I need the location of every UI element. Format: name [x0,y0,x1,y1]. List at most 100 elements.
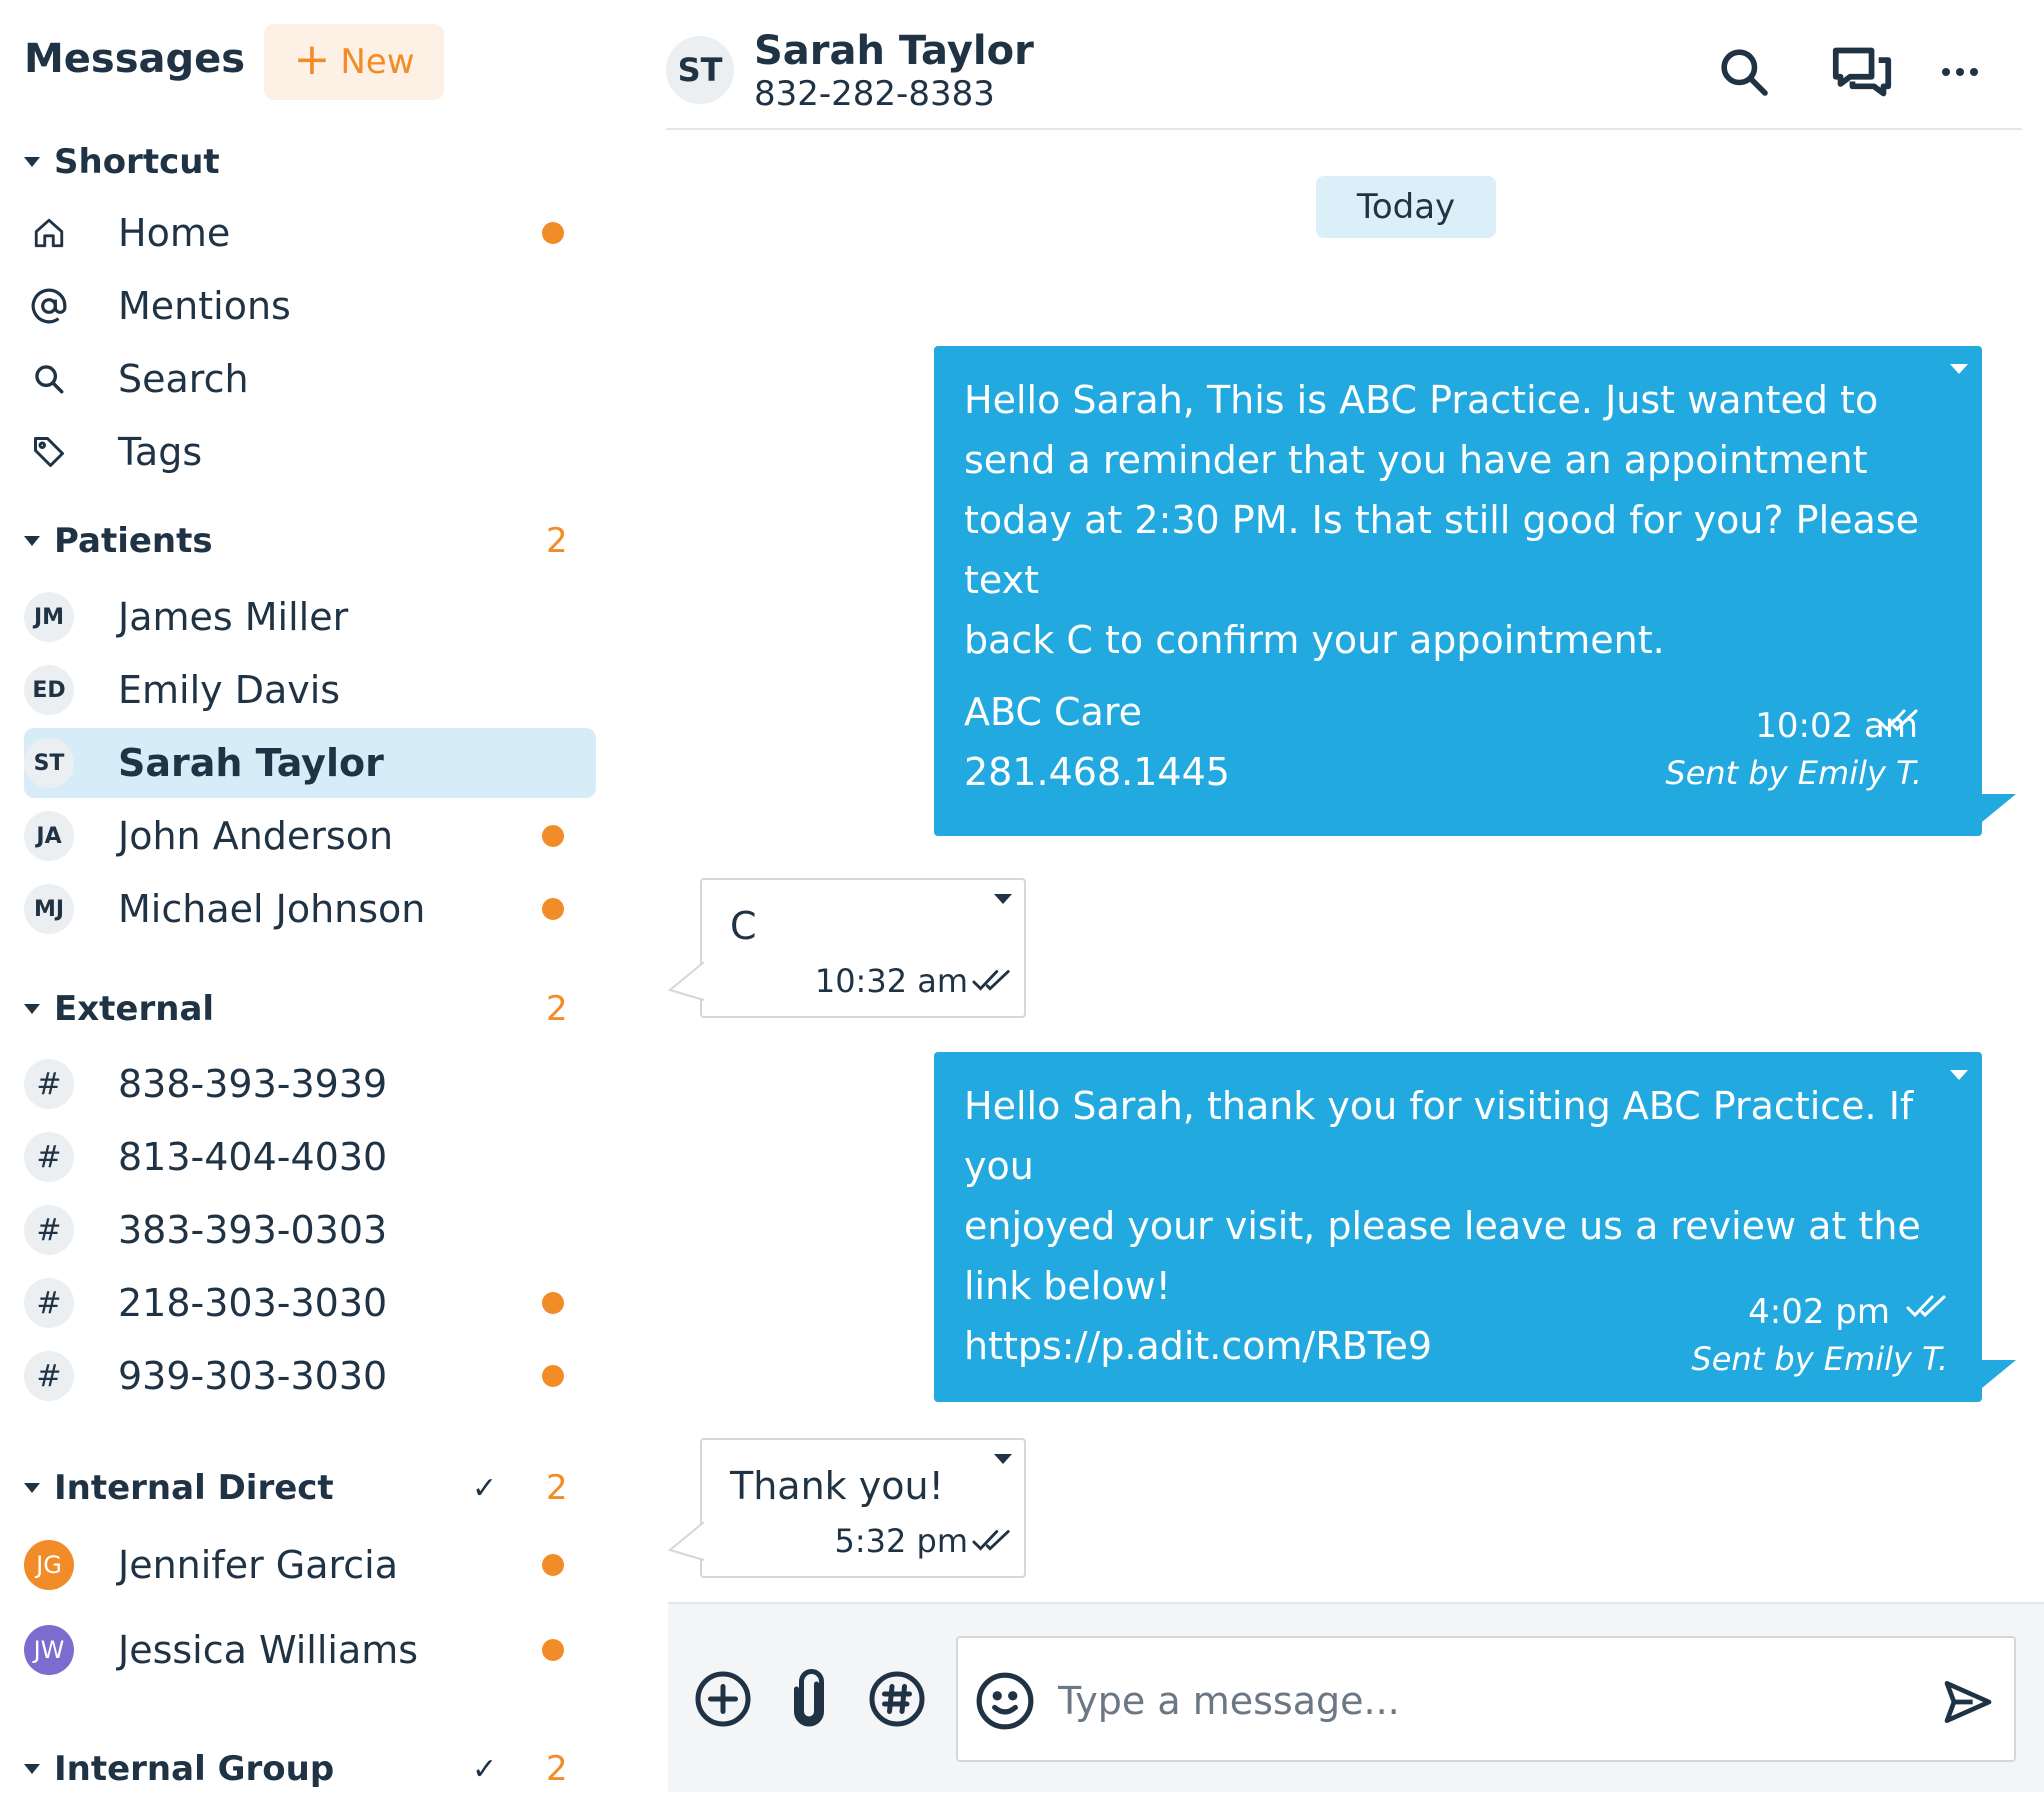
add-button[interactable] [688,1664,758,1734]
phone-number: 838-393-3939 [118,1062,388,1106]
message-bubble-outgoing[interactable]: Hello Sarah, This is ABC Practice. Just … [934,346,2016,836]
avatar: JG [24,1540,74,1590]
hashtag-button[interactable] [862,1664,932,1734]
section-internal-group-header[interactable]: Internal Group ✓ 2 [24,1744,584,1794]
avatar: JA [24,811,74,861]
chat-icon [1832,47,1892,97]
phone-number: 218-303-3030 [118,1281,388,1325]
message-line: enjoyed your visit, please leave us a re… [964,1204,1921,1248]
message-line: send a reminder that you have an appoint… [964,438,1868,482]
caret-down-icon [24,1004,40,1014]
more-icon [1942,68,1978,76]
search-icon [24,354,74,404]
bubble-tail [1982,1360,2016,1388]
message-text: Thank you! [730,1464,944,1508]
phone-number: 813-404-4030 [118,1135,388,1179]
more-options-button[interactable] [1928,40,1992,104]
emoji-button[interactable] [974,1670,1036,1732]
hash-icon [869,1671,925,1727]
unread-dot [542,898,564,920]
sidebar-item-james-miller[interactable]: JM James Miller [24,582,596,652]
message-bubble-incoming[interactable]: C 10:32 am [668,878,1026,1018]
sidebar-item-external-number[interactable]: # 218-303-3030 [24,1268,596,1338]
sidebar-item-mentions[interactable]: Mentions [24,271,596,341]
avatar: JM [24,592,74,642]
section-count: 2 [546,1749,568,1789]
section-external-header[interactable]: External 2 [24,984,584,1034]
message-time: 4:02 pm [1748,1292,1890,1332]
section-patients-header[interactable]: Patients 2 [24,516,584,566]
hash-icon: # [24,1132,74,1182]
sidebar-item-label: Search [118,357,249,401]
unread-dot [542,825,564,847]
contact-phone: 832-282-8383 [754,74,995,114]
conversation-header: ST Sarah Taylor 832-282-8383 [666,0,2022,130]
search-button[interactable] [1712,40,1776,104]
unread-dot [542,222,564,244]
sidebar-item-label: Tags [118,430,203,474]
contact-name: Sarah Taylor [754,28,1034,74]
message-menu-icon[interactable] [1950,1070,1968,1080]
bubble-tail [1982,794,2016,822]
attach-button[interactable] [774,1664,844,1734]
bubble-tail [668,1522,704,1561]
message-menu-icon[interactable] [1950,364,1968,374]
sidebar-item-label: Mentions [118,284,291,328]
send-button[interactable] [1940,1674,1996,1730]
sidebar: Messages + New Shortcut Home Mentions Se… [0,0,620,1814]
message-bubble-outgoing[interactable]: Hello Sarah, thank you for visiting ABC … [934,1052,2016,1402]
message-time-row: 5:32 pm [834,1522,1012,1560]
sidebar-item-external-number[interactable]: # 383-393-0303 [24,1195,596,1265]
message-menu-icon[interactable] [994,1454,1012,1464]
hash-icon: # [24,1205,74,1255]
section-shortcut-header[interactable]: Shortcut [24,137,584,187]
new-message-button[interactable]: + New [264,24,444,100]
sent-by-label: Sent by Emily T. [1665,754,1922,792]
message-line: back C to confirm your appointment. [964,618,1665,662]
section-internal-direct-header[interactable]: Internal Direct ✓ 2 [24,1463,584,1513]
caret-down-icon [24,1483,40,1493]
caret-down-icon [24,157,40,167]
sidebar-item-jessica-williams[interactable]: JW Jessica Williams [24,1615,596,1685]
sidebar-item-jennifer-garcia[interactable]: JG Jennifer Garcia [24,1530,596,1600]
caret-down-icon [24,1764,40,1774]
double-check-icon [1906,1295,1946,1318]
unread-dot [542,1554,564,1576]
section-count: 2 [546,1468,568,1508]
hash-icon: # [24,1059,74,1109]
sidebar-item-emily-davis[interactable]: ED Emily Davis [24,655,596,725]
check-icon[interactable]: ✓ [472,1752,497,1787]
sidebar-item-sarah-taylor[interactable]: ST Sarah Taylor [24,728,596,798]
new-button-label: New [340,42,415,82]
contact-name: Michael Johnson [118,887,426,931]
contact-name: Jessica Williams [118,1628,419,1672]
sidebar-item-home[interactable]: Home [24,198,596,268]
message-input[interactable] [1058,1666,1898,1736]
plus-circle-icon [695,1671,751,1727]
message-composer [668,1602,2044,1792]
sidebar-item-tags[interactable]: Tags [24,417,596,487]
phone-number: 939-303-3030 [118,1354,388,1398]
avatar: ED [24,665,74,715]
message-time: 5:32 pm [834,1522,968,1560]
contact-name: Emily Davis [118,668,341,712]
double-check-icon [1878,709,1918,732]
sidebar-item-external-number[interactable]: # 838-393-3939 [24,1049,596,1119]
sidebar-item-external-number[interactable]: # 939-303-3030 [24,1341,596,1411]
threads-button[interactable] [1830,40,1894,104]
sidebar-item-label: Home [118,211,231,255]
check-icon[interactable]: ✓ [472,1471,497,1506]
message-menu-icon[interactable] [994,894,1012,904]
message-bubble-incoming[interactable]: Thank you! 5:32 pm [668,1438,1026,1578]
send-icon [1944,1681,1992,1723]
sidebar-item-search[interactable]: Search [24,344,596,414]
sidebar-item-john-anderson[interactable]: JA John Anderson [24,801,596,871]
message-line: Hello Sarah, This is ABC Practice. Just … [964,378,1879,422]
unread-dot [542,1639,564,1661]
sidebar-item-michael-johnson[interactable]: MJ Michael Johnson [24,874,596,944]
section-label: Shortcut [54,142,220,182]
message-time: 10:32 am [814,962,968,1000]
sidebar-item-external-number[interactable]: # 813-404-4030 [24,1122,596,1192]
message-time-row: 10:32 am [815,962,1012,1000]
section-label: Internal Direct [54,1468,334,1508]
